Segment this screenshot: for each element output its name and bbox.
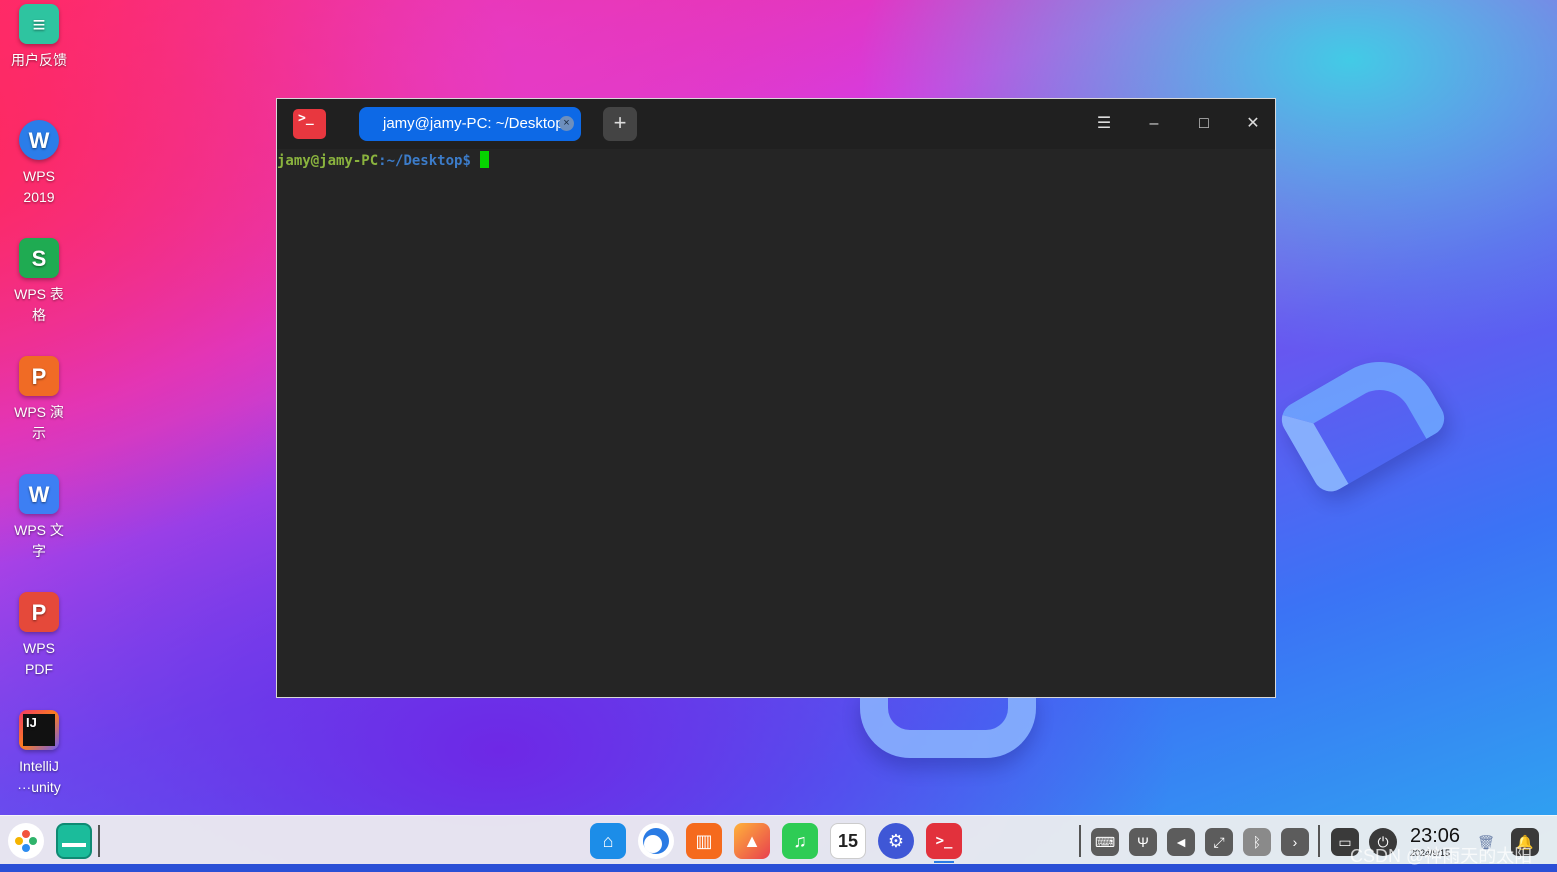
prompt-separator: : (378, 153, 387, 169)
wallpaper-logo-shape (1275, 340, 1451, 498)
tab-title: jamy@jamy-PC: ~/Desktop (383, 115, 564, 132)
prompt-path: ~/Desktop$ (386, 153, 471, 169)
desktop-icon-label: 用户反馈 (11, 52, 67, 68)
intellij-icon: IJ (19, 710, 59, 750)
desktop-icon-label: WPS 文字 (14, 522, 64, 559)
wps-spreadsheet-icon: S (19, 238, 59, 278)
multitask-view-icon[interactable] (56, 823, 92, 859)
wps-icon: W (19, 120, 59, 160)
desktop-icon-wps-writer[interactable]: W WPS 文字 (0, 474, 78, 562)
desktop-icon-intellij[interactable]: IJ IntelliJ ···unity (0, 710, 78, 798)
terminal-titlebar[interactable]: >_ jamy@jamy-PC: ~/Desktop × + ☰ – □ ✕ (277, 99, 1275, 149)
terminal-window[interactable]: >_ jamy@jamy-PC: ~/Desktop × + ☰ – □ ✕ j… (276, 98, 1276, 698)
desktop-icon-wps-2019[interactable]: W WPS 2019 (0, 120, 78, 208)
desktop-icon-wps-spreadsheet[interactable]: S WPS 表格 (0, 238, 78, 326)
multitask-bar (62, 843, 86, 847)
chat-feedback-icon: ≡ (19, 4, 59, 44)
wps-presentation-icon: P (19, 356, 59, 396)
taskbar-separator (98, 825, 100, 857)
active-app-indicator (934, 861, 954, 863)
wps-pdf-icon: P (19, 592, 59, 632)
menu-icon[interactable]: ☰ (1089, 109, 1119, 139)
watermark: CSDN @神雨天的太阳 (1350, 846, 1533, 866)
taskbar: ⌂ ▥ ▲ ♫ 15 ⚙ >_ ⌨ Ψ ◄ ⤢ ᛒ › ▭ ⏻ 23:06 20… (0, 815, 1557, 865)
tab-close-icon[interactable]: × (559, 116, 574, 131)
expand-arrow-icon[interactable]: › (1281, 828, 1309, 856)
app-store-icon[interactable]: ⌂ (590, 823, 626, 859)
terminal-app-icon: >_ (293, 109, 326, 139)
taskbar-separator (1318, 825, 1320, 857)
intellij-glyph: IJ (23, 714, 55, 746)
tab-terminal-desktop[interactable]: jamy@jamy-PC: ~/Desktop × (359, 107, 581, 141)
desktop-icon-label: WPS 演示 (14, 404, 64, 441)
desktop-icon-label: WPS 表格 (14, 286, 64, 323)
desktop-icon-label: WPS 2019 (23, 168, 55, 205)
desktop-icon-label: WPS PDF (23, 640, 55, 677)
music-icon[interactable]: ♫ (782, 823, 818, 859)
text-cursor (479, 151, 489, 168)
wallpaper-logo-shape (860, 690, 1036, 758)
volume-mute-icon[interactable]: ◄ (1167, 828, 1195, 856)
image-viewer-icon[interactable]: ▲ (734, 823, 770, 859)
desktop-icon-wps-presentation[interactable]: P WPS 演示 (0, 356, 78, 444)
wps-writer-icon: W (19, 474, 59, 514)
prompt-user: jamy@jamy-PC (277, 153, 379, 169)
close-button[interactable]: ✕ (1238, 109, 1268, 139)
usb-icon[interactable]: Ψ (1129, 828, 1157, 856)
bluetooth-icon[interactable]: ᛒ (1243, 828, 1271, 856)
maximize-button[interactable]: □ (1189, 109, 1219, 139)
new-tab-button[interactable]: + (603, 107, 637, 141)
settings-icon[interactable]: ⚙ (878, 823, 914, 859)
taskbar-underline (0, 864, 1557, 872)
terminal-icon[interactable]: >_ (926, 823, 962, 859)
calendar-icon[interactable]: 15 (830, 823, 866, 859)
terminal-content[interactable]: jamy@jamy-PC:~/Desktop$ (277, 151, 1275, 697)
taskbar-separator (1079, 825, 1081, 857)
browser-icon[interactable] (638, 823, 674, 859)
minimize-button[interactable]: – (1139, 109, 1169, 139)
desktop-icon-wps-pdf[interactable]: P WPS PDF (0, 592, 78, 680)
desktop-icon-user-feedback[interactable]: ≡ 用户反馈 (0, 4, 78, 71)
network-icon[interactable]: ⤢ (1205, 828, 1233, 856)
desktop-icon-label: IntelliJ ···unity (17, 758, 61, 795)
launcher-icon[interactable] (8, 823, 44, 859)
music-store-icon[interactable]: ▥ (686, 823, 722, 859)
keyboard-icon[interactable]: ⌨ (1091, 828, 1119, 856)
